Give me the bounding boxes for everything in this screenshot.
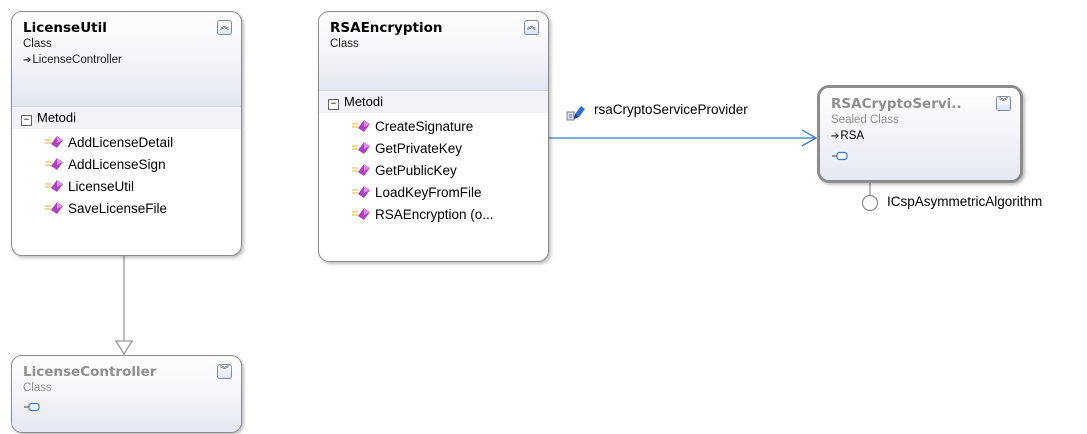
list-item[interactable]: AddLicenseDetail: [44, 132, 241, 154]
method-name: AddLicenseDetail: [68, 135, 174, 150]
interface-lollipop-icon: [24, 402, 40, 412]
lollipop-circle: [861, 194, 879, 212]
method-name: GetPrivateKey: [375, 141, 463, 156]
double-chevron-down-icon[interactable]: ︾: [996, 96, 1011, 111]
list-item[interactable]: GetPrivateKey: [351, 138, 548, 160]
inheritance-arrow-icon: ➔: [23, 55, 32, 66]
class-name: LicenseUtil: [23, 20, 107, 36]
list-item[interactable]: RSAEncryption (o...: [351, 204, 548, 226]
method-icon: [352, 120, 370, 132]
double-chevron-down-icon[interactable]: ︾: [217, 364, 232, 379]
list-item[interactable]: SaveLicenseFile: [44, 198, 241, 220]
base-class-label: ➔LicenseController: [23, 52, 231, 69]
list-item[interactable]: LoadKeyFromFile: [351, 182, 548, 204]
class-license-controller[interactable]: LicenseController Class ︾: [11, 355, 242, 433]
method-icon: [45, 158, 63, 170]
double-chevron-up-icon[interactable]: ︽: [524, 20, 539, 35]
class-rsa-encryption[interactable]: RSAEncryption Class ︽ − Metodi CreateSign…: [318, 11, 549, 262]
method-list: AddLicenseDetail AddLicenseSign LicenseU…: [12, 129, 241, 220]
method-icon: [352, 186, 370, 198]
method-icon: [45, 180, 63, 192]
list-item[interactable]: GetPublicKey: [351, 160, 548, 182]
class-stereotype: Sealed Class: [831, 114, 899, 126]
class-license-util[interactable]: LicenseUtil Class ➔LicenseController ︽ −…: [11, 11, 242, 256]
interface-label[interactable]: ICspAsymmetricAlgorithm: [887, 194, 1042, 209]
list-item[interactable]: AddLicenseSign: [44, 154, 241, 176]
collapse-compartment-icon[interactable]: −: [21, 115, 32, 126]
class-name: RSACryptoServi..: [831, 96, 962, 112]
class-stereotype: Class: [23, 38, 52, 50]
compartment-label: Metodi: [37, 110, 77, 125]
method-name: AddLicenseSign: [68, 157, 166, 172]
association-icon: [566, 106, 585, 121]
method-list: CreateSignature GetPrivateKey GetPublicK…: [319, 113, 548, 226]
inheritance-arrowhead: [114, 340, 134, 356]
interface-lollipop-icon: [832, 151, 848, 161]
list-item[interactable]: CreateSignature: [351, 116, 548, 138]
double-chevron-up-icon[interactable]: ︽: [217, 20, 232, 35]
method-icon: [45, 202, 63, 214]
method-icon: [352, 164, 370, 176]
class-rsa-crypto-service-provider[interactable]: RSACryptoServi.. Sealed Class ➔RSA ︾: [817, 85, 1023, 183]
base-class-name: LicenseController: [32, 54, 122, 66]
method-icon: [352, 142, 370, 154]
compartment-header[interactable]: − Metodi: [319, 90, 548, 113]
method-name: CreateSignature: [375, 119, 474, 134]
collapse-compartment-icon[interactable]: −: [328, 99, 339, 110]
compartment-header[interactable]: − Metodi: [12, 106, 241, 129]
class-name: RSAEncryption: [330, 20, 443, 36]
list-item[interactable]: LicenseUtil: [44, 176, 241, 198]
method-name: LoadKeyFromFile: [375, 185, 482, 200]
base-class-label: ➔RSA: [831, 128, 1010, 145]
class-stereotype: Class: [330, 38, 359, 50]
method-name: SaveLicenseFile: [68, 201, 168, 216]
inheritance-arrow-icon: ➔: [831, 131, 840, 142]
method-icon: [352, 208, 370, 220]
method-name: RSAEncryption (o...: [375, 207, 494, 222]
class-name: LicenseController: [23, 364, 157, 380]
compartment-label: Metodi: [344, 94, 384, 109]
method-name: LicenseUtil: [68, 179, 135, 194]
base-class-name: RSA: [840, 130, 865, 142]
method-name: GetPublicKey: [375, 163, 457, 178]
class-stereotype: Class: [23, 382, 52, 394]
association-label[interactable]: rsaCryptoServiceProvider: [594, 102, 748, 117]
method-icon: [45, 136, 63, 148]
